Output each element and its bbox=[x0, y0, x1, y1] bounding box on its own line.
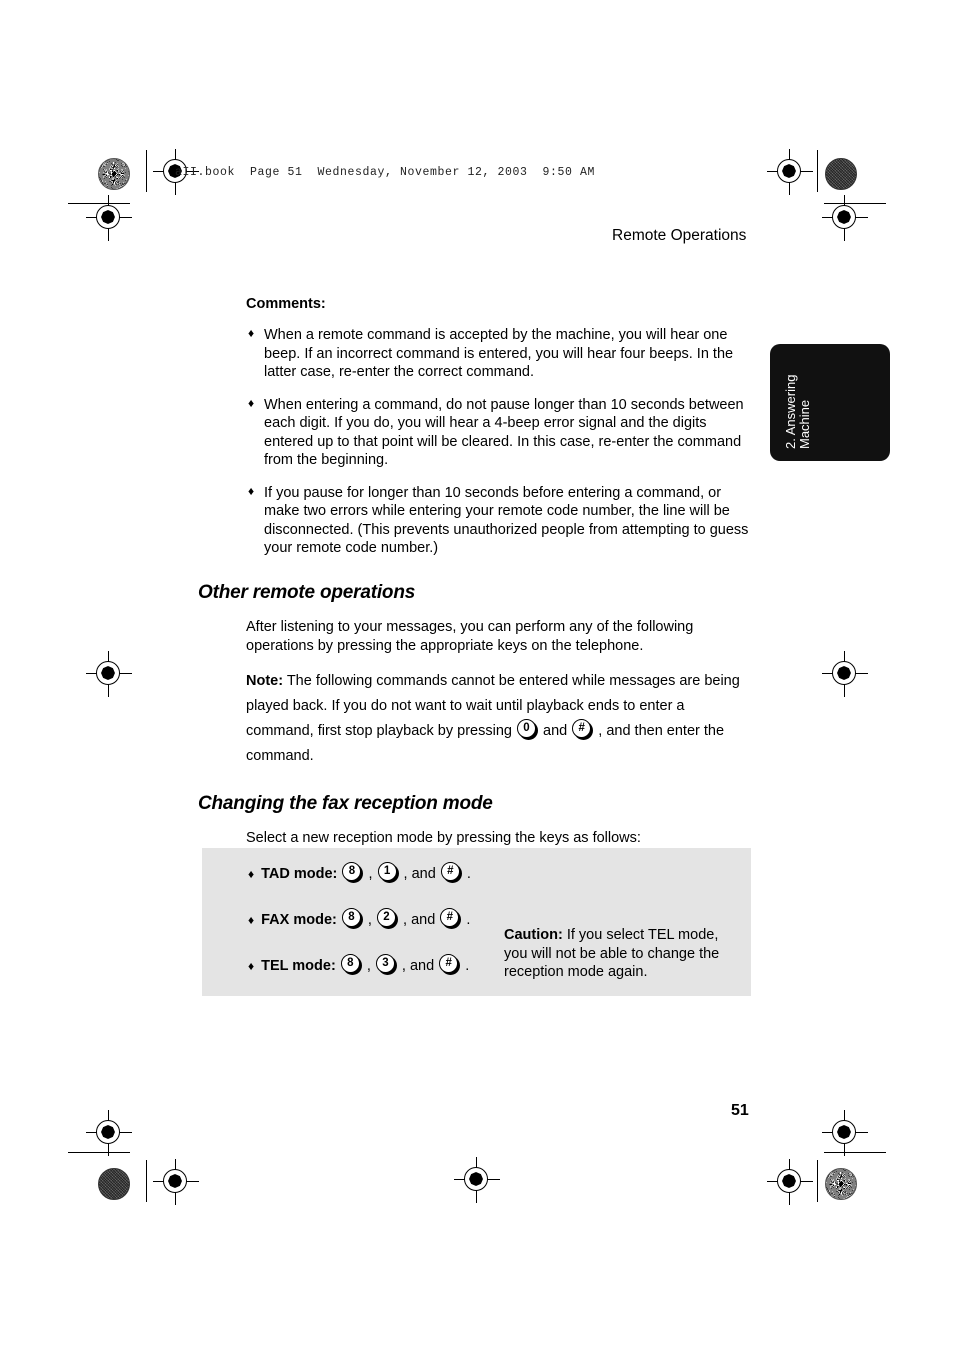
halftone-circle-top-left bbox=[98, 158, 130, 190]
diamond-bullet-icon: ♦ bbox=[248, 326, 255, 340]
chapter-side-tab-line2: Machine bbox=[797, 399, 813, 449]
page-number: 51 bbox=[731, 1102, 749, 1119]
mode-separator-and: , and bbox=[399, 866, 440, 882]
mode-period: . bbox=[462, 866, 471, 882]
comment-bullet-1: ♦ When a remote command is accepted by t… bbox=[198, 326, 754, 382]
mode-row-fax: ♦ FAX mode: 8 , 2 , and # . bbox=[248, 908, 470, 929]
comments-bullet-list: ♦ When a remote command is accepted by t… bbox=[198, 326, 754, 558]
telephone-key-1-icon[interactable]: 1 bbox=[377, 862, 399, 883]
reception-mode-callout-box: ♦ TAD mode: 8 , 1 , and # . ♦ FAX mode: 8 … bbox=[202, 848, 751, 996]
telephone-key-2-icon[interactable]: 2 bbox=[376, 908, 398, 929]
telephone-key-8-label: 8 bbox=[340, 954, 360, 973]
mode-row-tel: ♦ TEL mode: 8 , 3 , and # . bbox=[248, 954, 469, 975]
other-remote-operations-note: Note: The following commands cannot be e… bbox=[246, 669, 754, 769]
diamond-bullet-icon: ♦ bbox=[248, 959, 255, 973]
registration-mark-bottom-center bbox=[454, 1157, 500, 1203]
telephone-key-hash-icon[interactable]: # bbox=[440, 862, 462, 883]
telephone-key-8-icon[interactable]: 8 bbox=[340, 954, 362, 975]
mode-spacer bbox=[336, 958, 340, 974]
comment-bullet-2-text: When entering a command, do not pause lo… bbox=[264, 396, 744, 469]
telephone-key-3-icon[interactable]: 3 bbox=[375, 954, 397, 975]
telephone-key-1-label: 1 bbox=[377, 862, 397, 881]
telephone-key-hash-icon[interactable]: # bbox=[572, 718, 594, 740]
registration-mark-lower-right bbox=[822, 1110, 868, 1156]
mode-period: . bbox=[461, 958, 470, 974]
mode-separator-comma: , bbox=[363, 912, 376, 928]
comments-label: Comments: bbox=[246, 296, 326, 312]
comment-bullet-2: ♦ When entering a command, do not pause … bbox=[198, 396, 754, 470]
telephone-key-hash-icon[interactable]: # bbox=[440, 908, 462, 929]
running-head-title: Remote Operations bbox=[612, 227, 747, 244]
halftone-circle-top-right bbox=[825, 158, 857, 190]
trim-line-top-left-vertical bbox=[146, 150, 148, 192]
chapter-side-tab-line1: 2. Answering bbox=[783, 374, 798, 449]
registration-mark-top-right bbox=[767, 149, 813, 195]
trim-line-lower-left-horizontal bbox=[68, 1152, 130, 1154]
telephone-key-0-icon[interactable]: 0 bbox=[516, 718, 538, 740]
comment-bullet-3: ♦ If you pause for longer than 10 second… bbox=[198, 484, 754, 558]
halftone-circle-bottom-right bbox=[825, 1168, 857, 1200]
registration-mark-bottom-right bbox=[767, 1159, 813, 1205]
telephone-key-3-label: 3 bbox=[375, 954, 395, 973]
diamond-bullet-icon: ♦ bbox=[248, 483, 255, 498]
registration-mark-middle-left bbox=[86, 651, 132, 697]
trim-line-bottom-right-vertical bbox=[817, 1160, 819, 1202]
page-content: Comments: ♦ When a remote command is acc… bbox=[198, 296, 754, 861]
mode-row-tad: ♦ TAD mode: 8 , 1 , and # . bbox=[248, 862, 471, 883]
other-remote-operations-intro: After listening to your messages, you ca… bbox=[246, 619, 694, 654]
mode-name-fax: FAX mode: bbox=[261, 912, 337, 928]
chapter-side-tab: 2. Answering Machine bbox=[770, 344, 890, 461]
mode-separator-and: , and bbox=[398, 912, 440, 928]
mode-separator-comma: , bbox=[362, 958, 375, 974]
telephone-key-hash-icon[interactable]: # bbox=[439, 954, 461, 975]
registration-mark-upper-left bbox=[86, 195, 132, 241]
book-file-header: aII.book Page 51 Wednesday, November 12,… bbox=[175, 166, 596, 179]
mode-name-tel: TEL mode: bbox=[261, 958, 336, 974]
section-heading-changing-fax-reception-mode: Changing the fax reception mode bbox=[198, 792, 493, 814]
comment-bullet-3-text: If you pause for longer than 10 seconds … bbox=[264, 484, 749, 557]
comment-bullet-1-text: When a remote command is accepted by the… bbox=[264, 327, 734, 381]
registration-mark-lower-left bbox=[86, 1110, 132, 1156]
mode-separator-and: , and bbox=[397, 958, 439, 974]
diamond-bullet-icon: ♦ bbox=[248, 867, 255, 881]
telephone-key-hash-label: # bbox=[440, 862, 460, 881]
registration-mark-upper-right bbox=[822, 195, 868, 241]
trim-line-top-right-vertical bbox=[817, 150, 819, 192]
telephone-key-8-label: 8 bbox=[341, 908, 361, 927]
trim-line-lower-right-horizontal bbox=[824, 1152, 886, 1154]
mode-spacer bbox=[337, 912, 341, 928]
chapter-side-tab-text: 2. Answering Machine bbox=[770, 344, 890, 461]
changing-fax-reception-mode-intro: Select a new reception mode by pressing … bbox=[246, 829, 641, 846]
section-heading-other-remote-operations: Other remote operations bbox=[198, 582, 416, 604]
note-label: Note: bbox=[246, 673, 284, 690]
mode-name-tad: TAD mode: bbox=[261, 866, 338, 882]
mode-separator-comma: , bbox=[364, 866, 377, 882]
mode-period: . bbox=[462, 912, 471, 928]
diamond-bullet-icon: ♦ bbox=[248, 395, 255, 410]
caution-label: Caution: bbox=[504, 927, 563, 943]
note-text-middle: and bbox=[538, 722, 572, 739]
mode-spacer bbox=[337, 866, 341, 882]
registration-mark-middle-right bbox=[822, 651, 868, 697]
diamond-bullet-icon: ♦ bbox=[248, 913, 255, 927]
trim-line-bottom-left-vertical bbox=[146, 1160, 148, 1202]
registration-mark-bottom-left bbox=[153, 1159, 199, 1205]
halftone-circle-bottom-left bbox=[98, 1168, 130, 1200]
caution-note: Caution: If you select TEL mode, you wil… bbox=[504, 926, 744, 982]
telephone-key-0-label: 0 bbox=[516, 718, 536, 738]
telephone-key-2-label: 2 bbox=[376, 908, 396, 927]
telephone-key-8-icon[interactable]: 8 bbox=[342, 862, 364, 883]
telephone-key-8-icon[interactable]: 8 bbox=[341, 908, 363, 929]
